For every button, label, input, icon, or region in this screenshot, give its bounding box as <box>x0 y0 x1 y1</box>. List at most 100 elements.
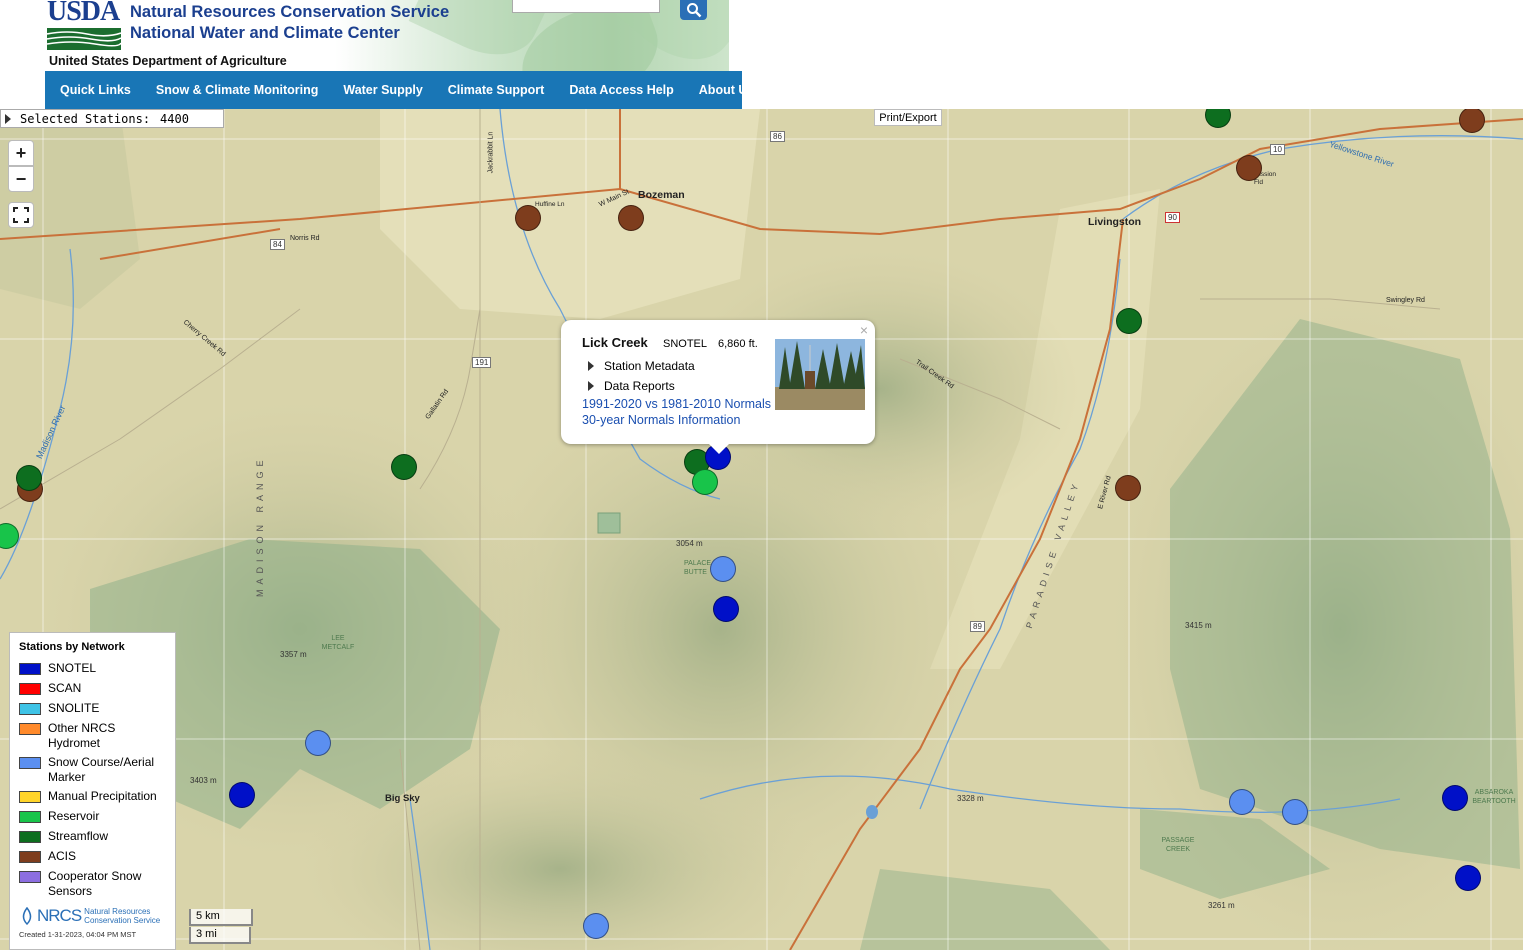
highway-89: 89 <box>970 621 985 632</box>
legend-label: ACIS <box>48 849 77 863</box>
legend-swatch <box>19 723 41 735</box>
legend-swatch <box>19 757 41 769</box>
zoom-in-button[interactable]: + <box>8 140 34 166</box>
nav-quick-links[interactable]: Quick Links <box>60 83 131 97</box>
station-marker-streamflow[interactable] <box>1116 308 1142 334</box>
popup-normals-info-link[interactable]: 30-year Normals Information <box>582 413 740 427</box>
legend-swatch <box>19 831 41 843</box>
station-marker-snow-course[interactable] <box>305 730 331 756</box>
main-nav: Quick Links Snow & Climate Monitoring Wa… <box>45 71 754 109</box>
station-marker-snotel[interactable] <box>1442 785 1468 811</box>
station-marker-acis[interactable] <box>1115 475 1141 501</box>
popup-data-reports[interactable]: Data Reports <box>588 379 675 393</box>
nav-snow-climate-monitoring[interactable]: Snow & Climate Monitoring <box>156 83 319 97</box>
fullscreen-icon <box>13 207 29 223</box>
nrcs-logo-text: NRCS <box>37 906 82 925</box>
station-marker-snotel[interactable] <box>713 596 739 622</box>
nav-water-supply[interactable]: Water Supply <box>343 83 422 97</box>
legend-swatch <box>19 683 41 695</box>
legend-label: Reservoir <box>48 809 100 823</box>
nav-climate-support[interactable]: Climate Support <box>448 83 545 97</box>
zoom-out-button[interactable]: − <box>8 166 34 192</box>
nrcs-logo-sub: Natural Resources Conservation Service <box>84 907 160 925</box>
legend-label: Manual Precipitation <box>48 789 157 803</box>
legend-label: SCAN <box>48 681 82 695</box>
place-norris-rd: Norris Rd <box>290 235 320 242</box>
legend-swatch <box>19 703 41 715</box>
nav-about-us[interactable]: About Us <box>699 83 755 97</box>
legend-item-manual-precip: Manual Precipitation <box>19 789 157 804</box>
elevation-3328: 3328 m <box>957 794 984 803</box>
usda-logo[interactable]: USDA <box>47 0 121 50</box>
station-marker-streamflow[interactable] <box>16 465 42 491</box>
legend-label: SNOTEL <box>48 661 97 675</box>
nav-data-access-help[interactable]: Data Access Help <box>569 83 673 97</box>
place-livingston: Livingston <box>1088 216 1142 228</box>
search-icon <box>686 3 701 18</box>
place-big-sky: Big Sky <box>385 793 420 804</box>
station-photo[interactable] <box>775 339 865 410</box>
station-marker-acis[interactable] <box>515 205 541 231</box>
station-marker-snotel[interactable] <box>1455 865 1481 891</box>
station-marker-snow-course[interactable] <box>710 556 736 582</box>
highway-86: 86 <box>770 131 785 142</box>
station-popup: × Lick Creek SNOTEL 6,860 ft. Station Me… <box>561 320 875 454</box>
highway-191: 191 <box>472 357 492 368</box>
legend-item-cooperator: Cooperator Snow Sensors <box>19 869 169 899</box>
legend-swatch <box>19 791 41 803</box>
expand-triangle-icon <box>588 381 594 391</box>
legend-item-acis: ACIS <box>19 849 76 864</box>
legend-item-snotel: SNOTEL <box>19 661 96 676</box>
legend-item-other-nrcs: Other NRCS Hydromet <box>19 721 129 751</box>
place-absaroka: ABSAROKA BEARTOOTH <box>1472 789 1516 805</box>
expand-triangle-icon <box>588 361 594 371</box>
popup-station-name: Lick Creek <box>582 335 648 350</box>
agency-name-line1: Natural Resources Conservation Service <box>130 3 450 21</box>
nrcs-logo-sub2: Conservation Service <box>84 916 161 925</box>
legend-label: SNOLITE <box>48 701 100 715</box>
legend-swatch <box>19 851 41 863</box>
highway-84: 84 <box>270 239 285 250</box>
station-marker-snotel[interactable] <box>229 782 255 808</box>
legend-item-scan: SCAN <box>19 681 81 696</box>
popup-network: SNOTEL <box>663 338 708 350</box>
station-marker-acis[interactable] <box>618 205 644 231</box>
nrcs-logo: NRCS Natural Resources Conservation Serv… <box>19 906 160 926</box>
agency-name: Natural Resources Conservation Service N… <box>130 2 449 44</box>
usda-hills-icon <box>47 28 121 50</box>
station-marker-snow-course[interactable] <box>583 913 609 939</box>
expand-triangle-icon <box>5 113 11 124</box>
station-marker-snow-course[interactable] <box>1229 789 1255 815</box>
fullscreen-button[interactable] <box>8 202 34 228</box>
elevation-3261: 3261 m <box>1208 901 1235 910</box>
header-banner: USDA Natural Resources Conservation Serv… <box>0 0 729 71</box>
station-marker-streamflow[interactable] <box>391 454 417 480</box>
popup-data-reports-label: Data Reports <box>604 379 675 393</box>
elevation-3357: 3357 m <box>280 650 307 659</box>
legend-label: Snow Course/Aerial Marker <box>48 755 155 784</box>
legend-item-snow-course: Snow Course/Aerial Marker <box>19 755 169 785</box>
station-map[interactable]: Bozeman W Main St Livingston Big Sky MAD… <box>0 109 1523 950</box>
popup-normals-comparison-link[interactable]: 1991-2020 vs 1981-2010 Normals <box>582 397 771 411</box>
popup-station-metadata[interactable]: Station Metadata <box>588 359 695 373</box>
department-name: United States Department of Agriculture <box>49 54 287 68</box>
legend-swatch <box>19 811 41 823</box>
legend-swatch <box>19 663 41 675</box>
place-madison-range: MADISON RANGE <box>255 455 265 597</box>
legend-title: Stations by Network <box>19 641 125 653</box>
legend-item-snolite: SNOLITE <box>19 701 99 716</box>
highway-90: 90 <box>1165 212 1180 223</box>
station-marker-reservoir[interactable] <box>692 469 718 495</box>
station-marker-snow-course[interactable] <box>1282 799 1308 825</box>
station-marker-acis[interactable] <box>1236 155 1262 181</box>
print-export-button[interactable]: Print/Export <box>874 109 942 126</box>
highway-10: 10 <box>1270 144 1285 155</box>
popup-close-icon[interactable]: × <box>860 322 868 338</box>
selected-stations-toggle[interactable]: Selected Stations: 4400 <box>0 109 224 128</box>
elevation-3403: 3403 m <box>190 776 217 785</box>
search-input[interactable] <box>512 0 660 13</box>
popup-station-metadata-label: Station Metadata <box>604 359 695 373</box>
site-header: USDA Natural Resources Conservation Serv… <box>0 0 754 109</box>
legend-swatch <box>19 871 41 883</box>
search-button[interactable] <box>680 0 707 20</box>
